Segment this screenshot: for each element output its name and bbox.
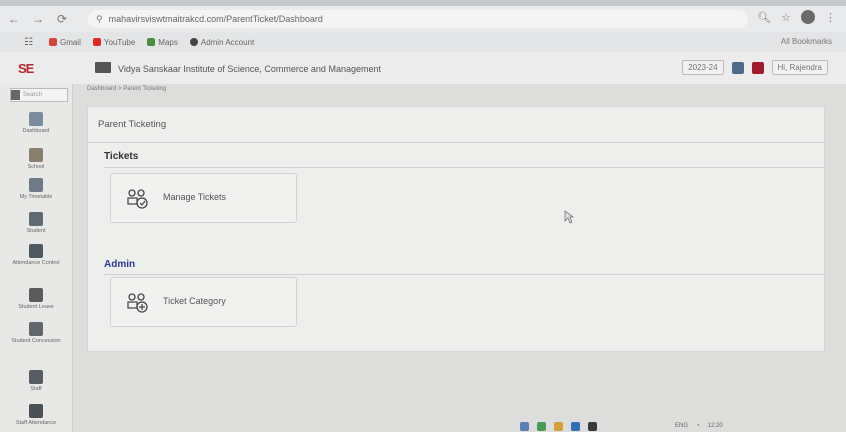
bookmark-maps[interactable]: Maps <box>147 38 178 47</box>
site-info-icon[interactable]: ⚲ <box>96 14 103 25</box>
gmail-icon <box>48 38 57 46</box>
app-header: SE Vidya Sanskaar Institute of Science, … <box>0 52 846 85</box>
search-icon <box>11 90 20 100</box>
taskbar-app-icon[interactable] <box>537 421 546 431</box>
bookmark-star-icon[interactable]: ☆ <box>781 11 791 24</box>
sidebar-item-student[interactable]: Student <box>0 212 72 234</box>
taskbar-language[interactable]: ENG <box>675 423 688 429</box>
school-icon <box>29 148 43 162</box>
sidebar-item-school[interactable]: School <box>0 148 72 170</box>
address-url: mahavirsviswtmaitrakcd.com/ParentTicket/… <box>108 14 323 24</box>
sidebar-item-timetable[interactable]: My Timetable <box>0 178 72 200</box>
calendar-icon <box>29 178 43 192</box>
bookmark-admin-account[interactable]: Admin Account <box>189 38 254 47</box>
apps-grid-icon[interactable]: ☷ <box>24 37 33 48</box>
taskbar-app-icon[interactable] <box>571 421 580 431</box>
ticket-category-icon <box>127 293 148 313</box>
institute-logo <box>95 62 111 73</box>
staff-attendance-icon <box>29 404 43 418</box>
sidebar-item-attendance[interactable]: Attendance Control <box>0 244 72 266</box>
address-bar[interactable]: ⚲ mahavirsviswtmaitrakcd.com/ParentTicke… <box>88 10 748 28</box>
section-tickets-divider <box>104 167 824 168</box>
leave-icon <box>29 288 43 302</box>
sidebar-item-dashboard[interactable]: Dashboard <box>0 112 72 134</box>
back-icon[interactable]: ← <box>4 9 24 29</box>
session-selector[interactable]: 2023-24 <box>682 60 724 75</box>
notification-icon[interactable] <box>731 61 744 74</box>
sidebar-item-staff[interactable]: Staff <box>0 370 72 392</box>
all-bookmarks[interactable]: All Bookmarks <box>781 37 832 46</box>
section-tickets-heading: Tickets <box>104 151 139 162</box>
globe-icon <box>189 38 198 46</box>
parent-ticketing-card: Parent Ticketing Tickets Manage Tickets … <box>87 106 825 352</box>
sidebar-item-staff-attendance[interactable]: Staff Attendance <box>0 404 72 426</box>
title-divider <box>88 142 824 143</box>
breadcrumb[interactable]: Dashboard > Parent Ticketing <box>87 86 166 92</box>
mouse-cursor-icon <box>564 210 574 224</box>
profile-avatar[interactable] <box>801 10 815 24</box>
attendance-icon <box>29 244 43 258</box>
sidebar-search[interactable]: Search <box>10 88 68 102</box>
page-title: Parent Ticketing <box>98 119 167 130</box>
taskbar-app-icon[interactable] <box>554 421 563 431</box>
sidebar: Search Dashboard School My Timetable Stu… <box>0 84 73 432</box>
concession-icon <box>29 322 43 336</box>
ticket-category-tile[interactable]: Ticket Category <box>110 277 297 327</box>
taskbar-app-icon[interactable] <box>520 421 529 431</box>
user-menu[interactable]: Hi, Rajendra <box>771 60 828 75</box>
section-admin-divider <box>104 274 824 275</box>
maps-icon <box>147 38 156 46</box>
browser-actions: 🔍︎ ☆ ⋮ <box>757 10 836 24</box>
gift-icon[interactable] <box>751 61 764 74</box>
manage-tickets-label: Manage Tickets <box>163 192 227 202</box>
ticket-people-icon <box>127 189 148 209</box>
youtube-icon <box>92 38 101 46</box>
sidebar-item-student-leave[interactable]: Student Leave <box>0 288 72 310</box>
bookmark-youtube[interactable]: YouTube <box>92 38 135 47</box>
bookmarks-bar: ☷ Gmail YouTube Maps Admin Account All B… <box>0 32 846 52</box>
student-icon <box>29 212 43 226</box>
sidebar-item-concession[interactable]: Student Concession <box>0 322 72 344</box>
main-content: Dashboard > Parent Ticketing Parent Tick… <box>73 84 846 432</box>
reload-icon[interactable]: ⟳ <box>52 9 72 29</box>
manage-tickets-tile[interactable]: Manage Tickets <box>110 173 297 223</box>
taskbar-clock[interactable]: 12:20 <box>708 423 723 429</box>
app-logo[interactable]: SE <box>18 61 34 76</box>
wifi-icon[interactable]: ◔ <box>696 423 700 429</box>
forward-icon[interactable]: → <box>28 9 48 29</box>
institute-name: Vidya Sanskaar Institute of Science, Com… <box>118 64 381 74</box>
zoom-icon[interactable]: 🔍︎ <box>757 11 771 24</box>
staff-icon <box>29 370 43 384</box>
header-right: 2023-24 Hi, Rajendra <box>682 60 828 75</box>
ticket-category-label: Ticket Category <box>163 296 226 306</box>
dashboard-icon <box>29 112 43 126</box>
menu-kebab-icon[interactable]: ⋮ <box>825 11 836 24</box>
bookmark-gmail[interactable]: Gmail <box>48 38 81 47</box>
os-taskbar: ENG ◔ 12:20 <box>480 420 846 432</box>
browser-toolbar: ← → ⟳ ⚲ mahavirsviswtmaitrakcd.com/Paren… <box>0 6 846 32</box>
section-admin-heading: Admin <box>104 259 136 270</box>
taskbar-app-icon[interactable] <box>588 421 597 431</box>
